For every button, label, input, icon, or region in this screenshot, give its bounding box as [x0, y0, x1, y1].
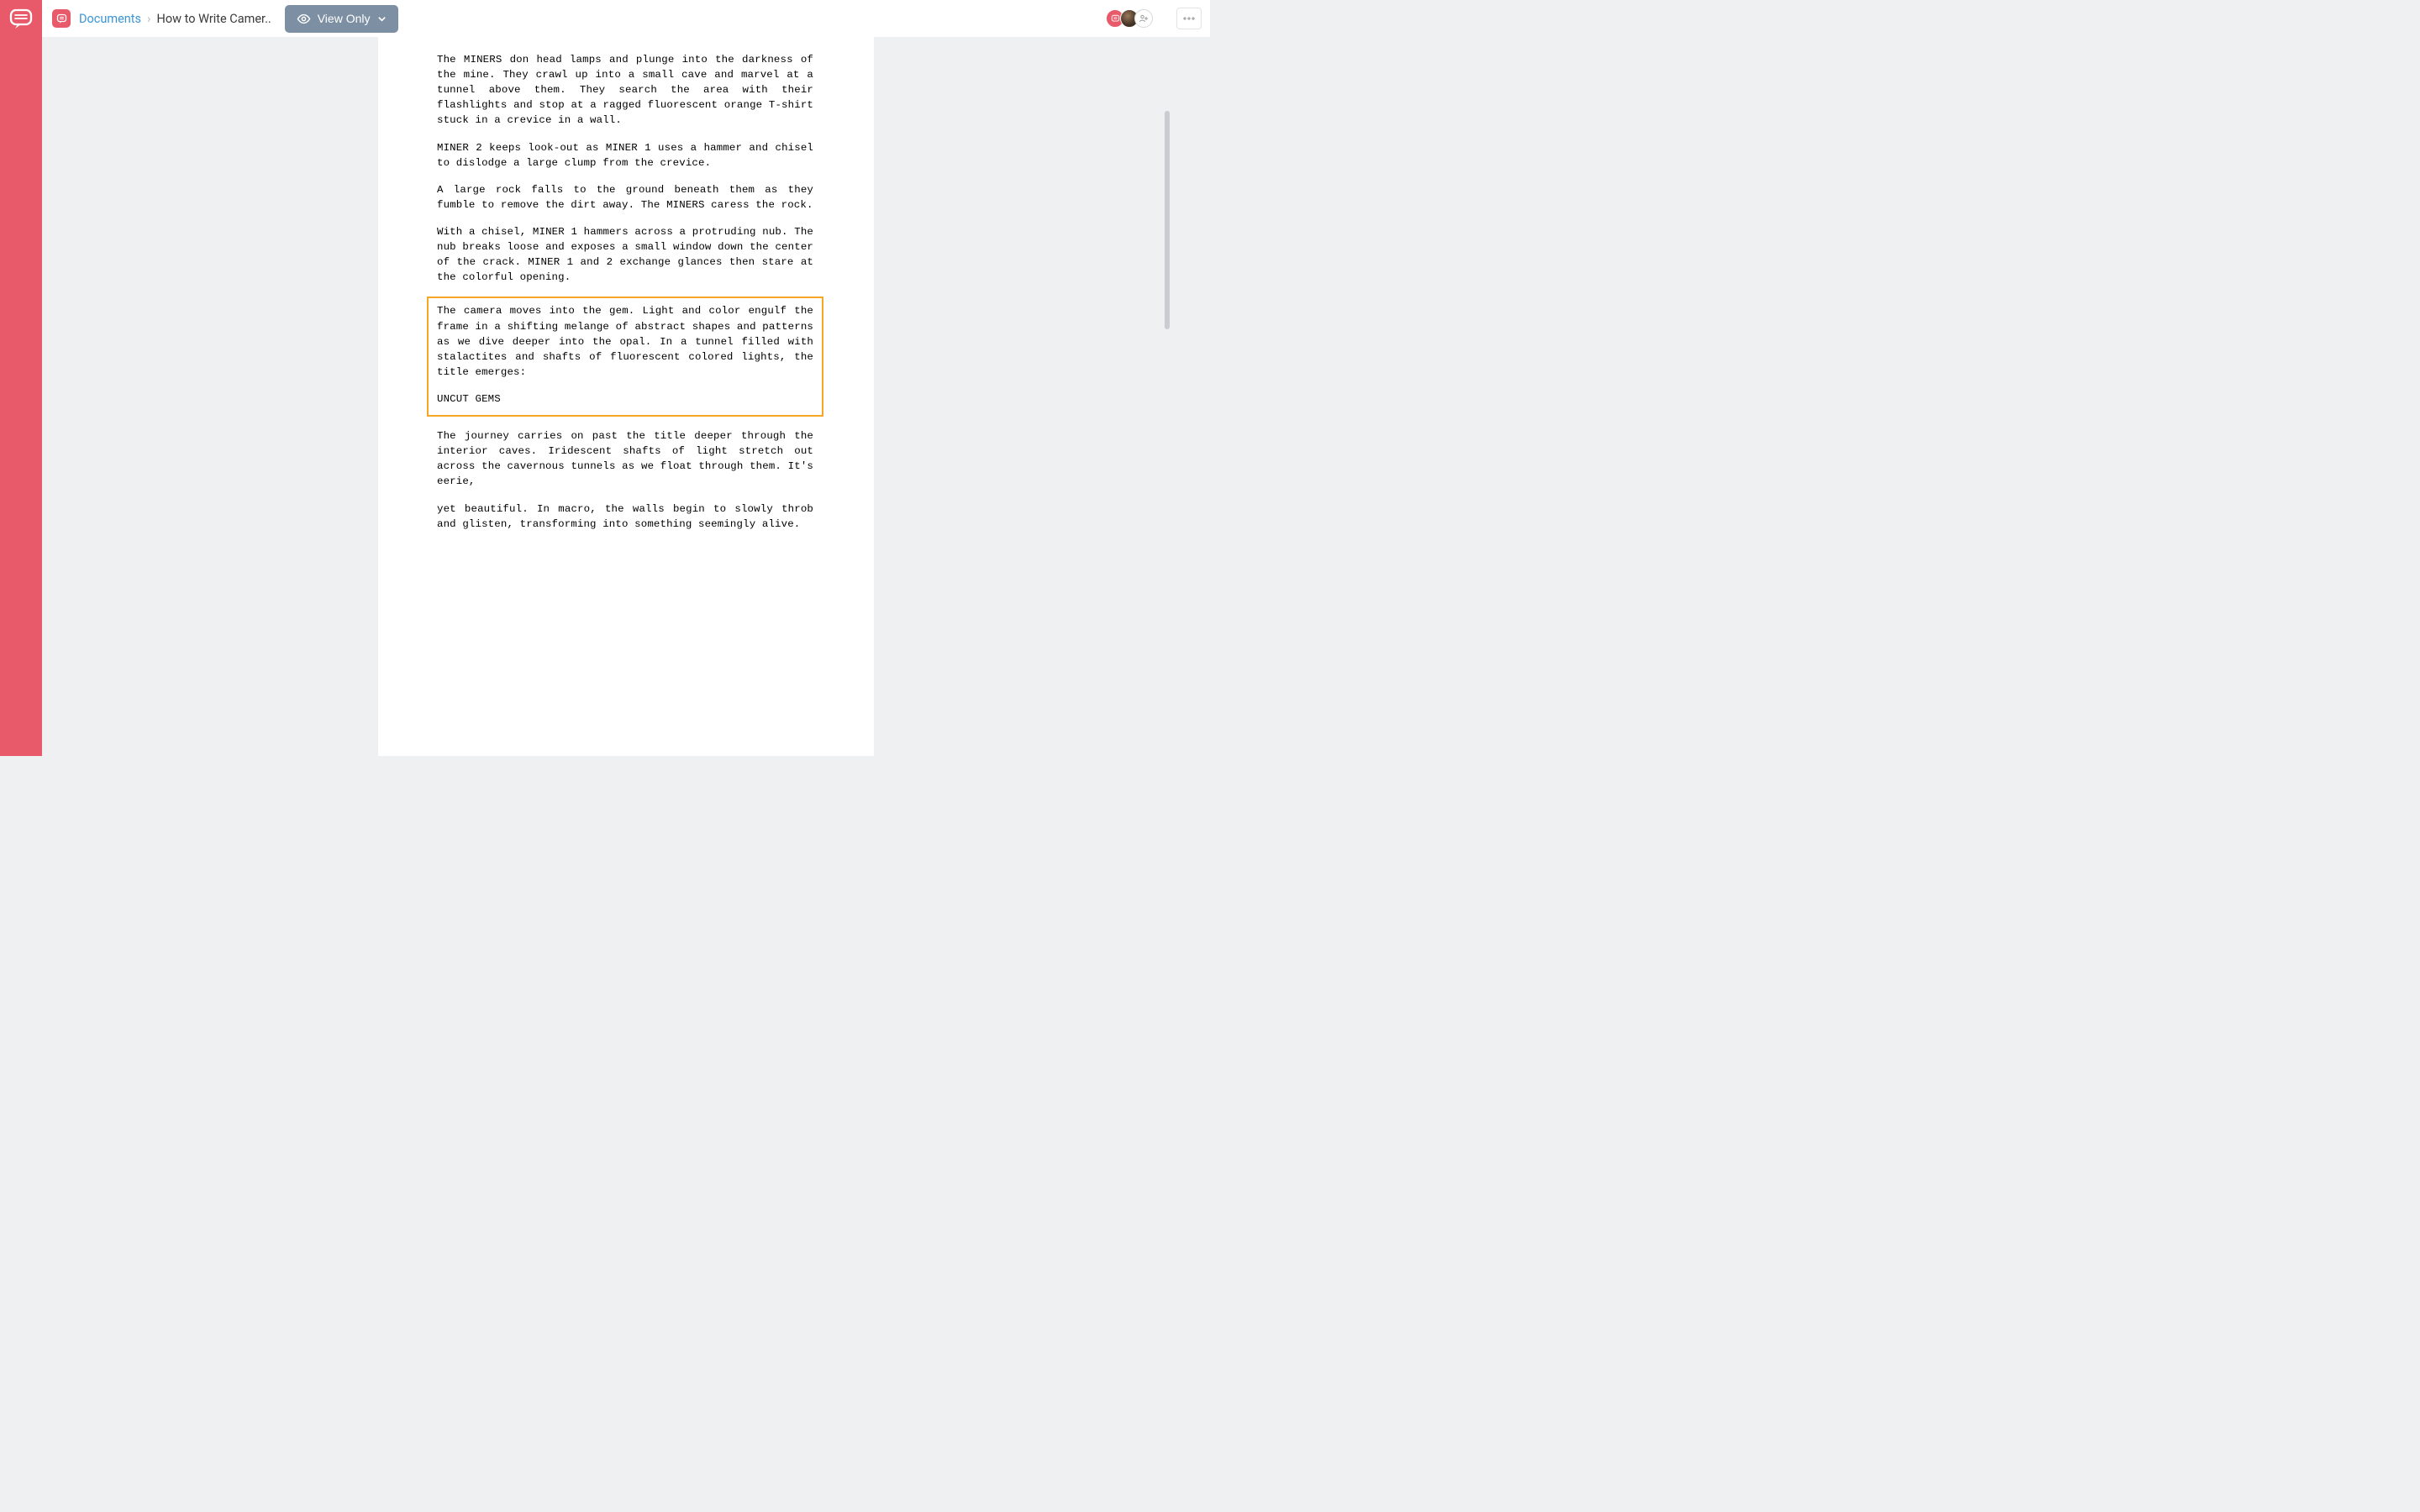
script-paragraph: MINER 2 keeps look-out as MINER 1 uses a… — [437, 140, 813, 171]
chevron-right-icon: › — [147, 11, 151, 26]
document-icon[interactable] — [52, 9, 71, 28]
script-paragraph: The camera moves into the gem. Light and… — [437, 303, 813, 380]
app-logo-icon[interactable] — [4, 7, 38, 32]
more-menu-button[interactable] — [1176, 8, 1202, 29]
app-sidebar — [0, 0, 42, 756]
view-mode-label: View Only — [318, 12, 371, 25]
highlighted-block: The camera moves into the gem. Light and… — [427, 297, 823, 417]
chevron-down-icon — [377, 14, 387, 24]
document-page: The MINERS don head lamps and plunge int… — [378, 37, 874, 756]
scrollbar[interactable] — [1165, 111, 1170, 329]
dots-horizontal-icon — [1183, 17, 1195, 20]
eye-icon — [297, 12, 311, 26]
script-paragraph: yet beautiful. In macro, the walls begin… — [437, 501, 813, 532]
script-paragraph: A large rock falls to the ground beneath… — [437, 182, 813, 213]
breadcrumb-current: How to Write Camer.. — [157, 12, 271, 26]
topbar: Documents › How to Write Camer.. View On… — [42, 0, 1210, 37]
breadcrumb-root-link[interactable]: Documents — [79, 12, 141, 26]
script-paragraph: With a chisel, MINER 1 hammers across a … — [437, 224, 813, 285]
breadcrumb: Documents › How to Write Camer.. — [79, 11, 271, 26]
view-mode-button[interactable]: View Only — [285, 5, 398, 33]
script-paragraph: The journey carries on past the title de… — [437, 428, 813, 489]
script-paragraph: The MINERS don head lamps and plunge int… — [437, 52, 813, 129]
collaborator-avatars[interactable] — [1106, 9, 1153, 28]
add-collaborator-icon[interactable] — [1134, 9, 1153, 28]
script-title: UNCUT GEMS — [437, 391, 813, 407]
